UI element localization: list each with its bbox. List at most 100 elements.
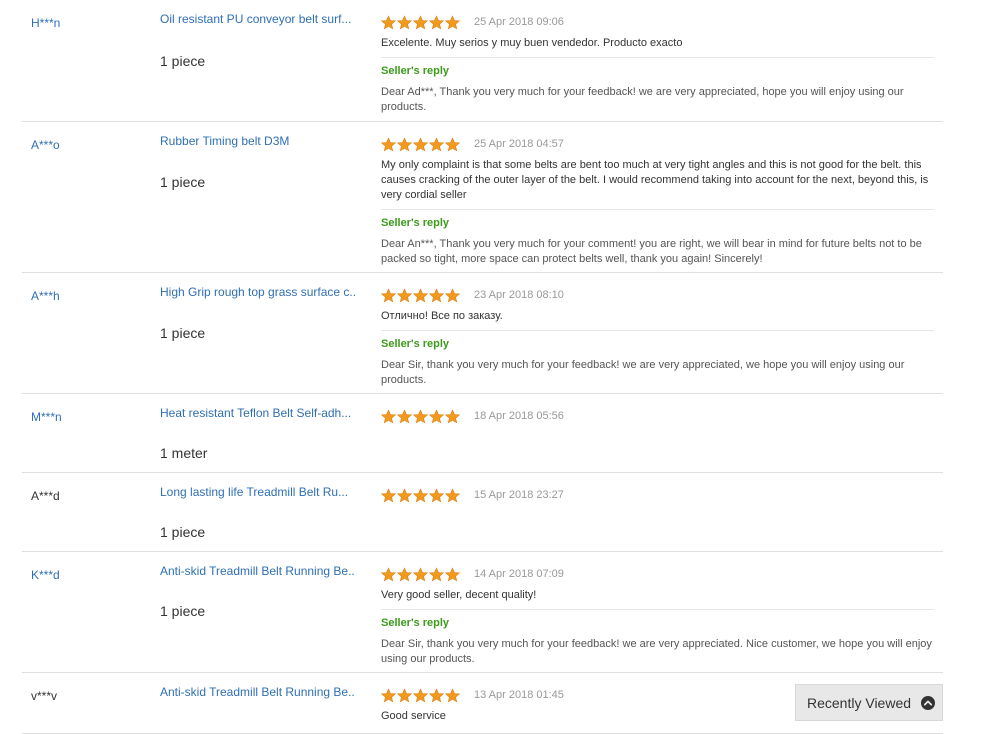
buyer-comment: Very good seller, decent quality! xyxy=(381,589,537,601)
product-link[interactable]: Anti-skid Treadmill Belt Running Be... xyxy=(160,685,355,699)
order-quantity: 1 piece xyxy=(160,603,206,619)
star-icon xyxy=(429,287,444,302)
star-icon xyxy=(413,687,428,702)
star-icon xyxy=(445,14,460,29)
feedback-row: M***n Heat resistant Teflon Belt Self-adh… xyxy=(22,394,943,473)
feedback-date: 25 Apr 2018 04:57 xyxy=(474,138,564,150)
order-quantity: 1 piece xyxy=(160,524,206,540)
star-icon xyxy=(381,287,396,302)
seller-reply: Seller's reply Dear Sir, thank you very m… xyxy=(381,330,934,388)
feedback-content: 25 Apr 2018 04:57 My only complaint is th… xyxy=(381,135,934,267)
star-icon xyxy=(445,136,460,151)
star-icon xyxy=(445,687,460,702)
buyer-name: A***h xyxy=(31,289,60,303)
recently-viewed-button[interactable]: Recently Viewed xyxy=(795,684,943,721)
star-icon xyxy=(413,136,428,151)
order-quantity: 1 piece xyxy=(160,174,206,190)
star-icon xyxy=(397,487,412,502)
star-icon xyxy=(445,487,460,502)
order-quantity: 1 piece xyxy=(160,53,206,69)
star-icon xyxy=(381,14,396,29)
buyer-name: H***n xyxy=(31,16,61,30)
star-icon xyxy=(429,687,444,702)
product-link[interactable]: Anti-skid Treadmill Belt Running Be... xyxy=(160,564,355,578)
order-quantity: 1 piece xyxy=(160,325,206,341)
feedback-date: 15 Apr 2018 23:27 xyxy=(474,489,564,501)
star-rating xyxy=(381,136,460,152)
star-icon xyxy=(397,408,412,423)
star-icon xyxy=(429,14,444,29)
feedback-date: 23 Apr 2018 08:10 xyxy=(474,289,564,301)
star-icon xyxy=(413,287,428,302)
feedback-content: 14 Apr 2018 07:09 Very good seller, decen… xyxy=(381,565,934,667)
product-link[interactable]: Rubber Timing belt D3M xyxy=(160,134,355,148)
star-icon xyxy=(445,408,460,423)
star-icon xyxy=(397,136,412,151)
star-icon xyxy=(429,487,444,502)
feedback-content: 15 Apr 2018 23:27 xyxy=(381,486,934,504)
star-rating xyxy=(381,408,460,424)
feedback-date: 25 Apr 2018 09:06 xyxy=(474,16,564,28)
star-icon xyxy=(381,687,396,702)
star-icon xyxy=(397,14,412,29)
buyer-name: M***n xyxy=(31,410,62,424)
star-icon xyxy=(397,687,412,702)
order-quantity: 1 meter xyxy=(160,445,208,461)
seller-reply-text: Dear Ad***, Thank you very much for your… xyxy=(381,86,904,113)
star-icon xyxy=(445,287,460,302)
star-icon xyxy=(381,566,396,581)
buyer-name: v***v xyxy=(31,689,58,703)
seller-reply-text: Dear Sir, thank you very much for your f… xyxy=(381,359,905,386)
star-icon xyxy=(429,566,444,581)
buyer-name: K***d xyxy=(31,568,60,582)
star-icon xyxy=(413,14,428,29)
seller-reply-title: Seller's reply xyxy=(381,338,450,350)
recently-viewed-label: Recently Viewed xyxy=(807,694,912,711)
chevron-up-circle-icon xyxy=(921,695,936,710)
feedback-row: H***n Oil resistant PU conveyor belt surf… xyxy=(22,0,943,122)
star-icon xyxy=(381,487,396,502)
feedback-content: 23 Apr 2018 08:10 Отлично! Все по заказу.… xyxy=(381,286,934,388)
feedback-content: 18 Apr 2018 05:56 xyxy=(381,407,934,425)
star-icon xyxy=(381,136,396,151)
seller-reply-text: Dear Sir, thank you very much for your f… xyxy=(381,638,932,665)
buyer-comment: Отлично! Все по заказу. xyxy=(381,310,503,322)
seller-reply: Seller's reply Dear Sir, thank you very m… xyxy=(381,609,934,667)
buyer-comment: Excelente. Muy serios y muy buen vendedo… xyxy=(381,37,683,49)
feedback-row: A***h High Grip rough top grass surface c… xyxy=(22,273,943,394)
feedback-row: A***d Long lasting life Treadmill Belt Ru… xyxy=(22,473,943,552)
star-icon xyxy=(429,136,444,151)
star-rating xyxy=(381,287,460,303)
star-icon xyxy=(429,408,444,423)
star-icon xyxy=(381,408,396,423)
buyer-comment: My only complaint is that some belts are… xyxy=(381,159,929,201)
star-icon xyxy=(413,487,428,502)
seller-reply-text: Dear An***, Thank you very much for your… xyxy=(381,238,922,265)
seller-reply-title: Seller's reply xyxy=(381,217,450,229)
feedback-row: K***d Anti-skid Treadmill Belt Running Be… xyxy=(22,552,943,673)
feedback-date: 13 Apr 2018 01:45 xyxy=(474,689,564,701)
seller-reply-title: Seller's reply xyxy=(381,65,450,77)
star-rating xyxy=(381,566,460,582)
seller-reply: Seller's reply Dear An***, Thank you very… xyxy=(381,209,934,267)
star-icon xyxy=(445,566,460,581)
product-link[interactable]: Heat resistant Teflon Belt Self-adh... xyxy=(160,406,355,420)
product-link[interactable]: Oil resistant PU conveyor belt surf... xyxy=(160,12,355,26)
star-icon xyxy=(413,566,428,581)
star-icon xyxy=(397,566,412,581)
star-rating xyxy=(381,487,460,503)
feedback-date: 18 Apr 2018 05:56 xyxy=(474,410,564,422)
seller-reply: Seller's reply Dear Ad***, Thank you very… xyxy=(381,57,934,115)
star-rating xyxy=(381,687,460,703)
feedback-content: 25 Apr 2018 09:06 Excelente. Muy serios y… xyxy=(381,13,934,115)
seller-reply-title: Seller's reply xyxy=(381,617,450,629)
star-rating xyxy=(381,14,460,30)
feedback-date: 14 Apr 2018 07:09 xyxy=(474,568,564,580)
feedback-list: H***n Oil resistant PU conveyor belt surf… xyxy=(22,0,943,734)
product-link[interactable]: High Grip rough top grass surface c... xyxy=(160,285,355,299)
product-link[interactable]: Long lasting life Treadmill Belt Ru... xyxy=(160,485,355,499)
feedback-row: A***o Rubber Timing belt D3M 1 piece 25 Apr… xyxy=(22,122,943,273)
star-icon xyxy=(397,287,412,302)
buyer-name: A***o xyxy=(31,138,60,152)
buyer-name: A***d xyxy=(31,489,60,503)
